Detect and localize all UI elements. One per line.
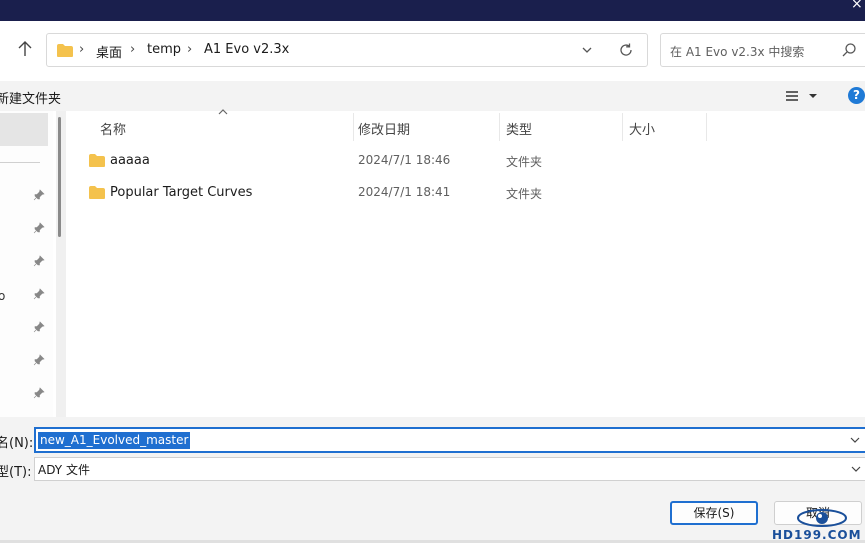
pin-icon — [33, 222, 45, 234]
watermark-logo: HD199.COM — [772, 504, 865, 543]
list-view-icon — [786, 91, 798, 101]
command-bar: 新建文件夹 ? — [0, 81, 865, 111]
file-list: 名称 修改日期 类型 大小 aaaaa 2024/7/1 18:46 文件夹 P… — [66, 109, 865, 417]
help-button[interactable]: ? — [848, 87, 865, 104]
chevron-down-icon[interactable] — [850, 435, 860, 445]
eye-logo-icon — [797, 509, 847, 527]
search-input[interactable]: 在 A1 Evo v2.3x 中搜索 — [660, 33, 865, 67]
view-options-button[interactable] — [784, 87, 822, 105]
column-divider[interactable] — [499, 113, 500, 141]
search-placeholder: 在 A1 Evo v2.3x 中搜索 — [670, 45, 805, 59]
folder-icon — [57, 44, 73, 57]
up-arrow-icon[interactable] — [14, 38, 36, 60]
nav-item-label-fragment[interactable]: o — [0, 289, 5, 303]
new-folder-button[interactable]: 新建文件夹 — [0, 88, 61, 107]
nav-item-selected[interactable] — [0, 113, 48, 146]
file-type: 文件夹 — [506, 155, 543, 169]
filetype-select[interactable]: ADY 文件 — [34, 457, 865, 481]
filename-label: 名(N): — [0, 436, 34, 451]
column-header-type[interactable]: 类型 — [506, 119, 532, 138]
watermark-text: HD199.COM — [772, 528, 862, 542]
breadcrumb-temp[interactable]: temp — [147, 42, 181, 57]
navigation-pane: o — [0, 111, 53, 417]
sort-ascending-icon — [218, 109, 228, 115]
breadcrumb-desktop[interactable]: 桌面 — [96, 42, 122, 61]
breadcrumb-separator: › — [130, 42, 136, 57]
chevron-down-icon[interactable] — [851, 464, 861, 474]
title-bar: × — [0, 0, 865, 21]
column-divider[interactable] — [622, 113, 623, 141]
pin-icon — [33, 288, 45, 300]
address-bar[interactable]: › 桌面 › temp › A1 Evo v2.3x — [46, 33, 648, 67]
caret-down-icon — [809, 94, 817, 98]
file-modified: 2024/7/1 18:41 — [358, 185, 451, 199]
filename-value: new_A1_Evolved_master — [38, 432, 191, 449]
folder-icon — [89, 186, 105, 199]
file-modified: 2024/7/1 18:46 — [358, 153, 451, 167]
file-type: 文件夹 — [506, 187, 543, 201]
column-divider[interactable] — [706, 113, 707, 141]
filetype-label: 型(T): — [0, 465, 32, 480]
scrollbar-thumb[interactable] — [58, 117, 61, 237]
breadcrumb-separator: › — [187, 42, 193, 57]
file-name: Popular Target Curves — [110, 185, 253, 200]
pin-icon — [33, 354, 45, 366]
pin-icon — [33, 255, 45, 267]
save-button[interactable]: 保存(S) — [670, 501, 758, 525]
chevron-down-icon[interactable] — [581, 44, 593, 56]
column-header-name[interactable]: 名称 — [100, 119, 126, 138]
breadcrumb-separator: › — [79, 42, 85, 57]
search-icon — [842, 43, 856, 57]
filename-input[interactable]: new_A1_Evolved_master — [34, 427, 865, 453]
nav-divider — [0, 162, 40, 163]
file-row[interactable]: aaaaa 2024/7/1 18:46 文件夹 — [82, 147, 702, 175]
file-row[interactable]: Popular Target Curves 2024/7/1 18:41 文件夹 — [82, 179, 702, 207]
refresh-icon[interactable] — [618, 42, 634, 58]
pin-icon — [33, 189, 45, 201]
pin-icon — [33, 321, 45, 333]
pin-icon — [33, 387, 45, 399]
filetype-value: ADY 文件 — [38, 463, 90, 477]
file-name: aaaaa — [110, 153, 150, 168]
breadcrumb-current[interactable]: A1 Evo v2.3x — [204, 42, 289, 57]
save-form: 名(N): new_A1_Evolved_master 型(T): ADY 文件… — [0, 417, 865, 543]
nav-scrollbar[interactable] — [56, 111, 66, 417]
close-window-button[interactable]: × — [851, 0, 865, 12]
folder-icon — [89, 154, 105, 167]
column-header-size[interactable]: 大小 — [629, 119, 655, 138]
column-header-modified[interactable]: 修改日期 — [358, 119, 410, 138]
column-divider[interactable] — [353, 113, 354, 141]
